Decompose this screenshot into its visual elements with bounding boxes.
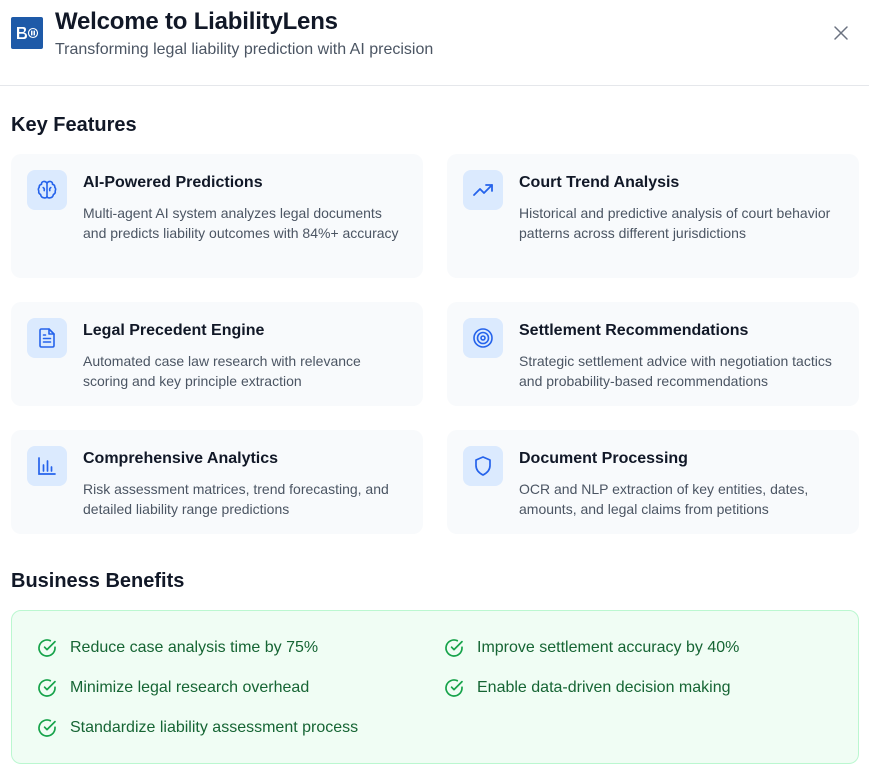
bar-chart-icon (27, 446, 67, 486)
feature-title: Settlement Recommendations (519, 322, 749, 339)
check-circle-icon (443, 637, 465, 659)
check-circle-icon (36, 637, 58, 659)
check-circle-icon (443, 677, 465, 699)
feature-card-analytics: Comprehensive Analytics Risk assessment … (11, 430, 423, 534)
target-icon (463, 318, 503, 358)
feature-description: Risk assessment matrices, trend forecast… (83, 481, 389, 517)
benefit-text: Reduce case analysis time by 75% (70, 639, 319, 656)
key-features-heading: Key Features (11, 114, 137, 136)
modal-header: Welcome to LiabilityLens Transforming le… (0, 0, 869, 86)
benefit-item: Improve settlement accuracy by 40% (443, 636, 739, 660)
document-icon (27, 318, 67, 358)
feature-description: Automated case law research with relevan… (83, 353, 361, 389)
benefit-text: Enable data-driven decision making (477, 679, 731, 696)
benefit-item: Reduce case analysis time by 75% (36, 636, 318, 660)
brain-icon (27, 170, 67, 210)
benefit-text: Minimize legal research overhead (70, 679, 310, 696)
feature-description: Historical and predictive analysis of co… (519, 205, 831, 241)
feature-title: Legal Precedent Engine (83, 322, 265, 339)
feature-title: AI-Powered Predictions (83, 174, 263, 191)
feature-card-court-trend: Court Trend Analysis Historical and pred… (447, 154, 859, 278)
feature-title: Court Trend Analysis (519, 174, 680, 191)
feature-card-ai-predictions: AI-Powered Predictions Multi-agent AI sy… (11, 154, 423, 278)
feature-card-precedent-engine: Legal Precedent Engine Automated case la… (11, 302, 423, 406)
business-benefits-heading: Business Benefits (11, 570, 185, 592)
check-circle-icon (36, 717, 58, 739)
feature-description: OCR and NLP extraction of key entities, … (519, 481, 809, 517)
feature-title: Document Processing (519, 450, 688, 467)
benefits-panel: Reduce case analysis time by 75% Improve… (11, 610, 859, 764)
benefit-item: Minimize legal research overhead (36, 676, 309, 700)
check-circle-icon (36, 677, 58, 699)
feature-card-document-processing: Document Processing OCR and NLP extracti… (447, 430, 859, 534)
trending-up-icon (463, 170, 503, 210)
close-button[interactable] (829, 21, 853, 45)
feature-card-settlement: Settlement Recommendations Strategic set… (447, 302, 859, 406)
app-logo-icon (11, 17, 43, 49)
page-subtitle: Transforming legal liability prediction … (55, 41, 434, 58)
feature-title: Comprehensive Analytics (83, 450, 279, 467)
benefit-text: Improve settlement accuracy by 40% (477, 639, 740, 656)
close-icon (834, 26, 848, 40)
feature-description: Multi-agent AI system analyzes legal doc… (83, 205, 399, 241)
shield-icon (463, 446, 503, 486)
benefit-item: Enable data-driven decision making (443, 676, 730, 700)
page-title: Welcome to LiabilityLens (55, 8, 338, 35)
benefit-text: Standardize liability assessment process (70, 719, 359, 736)
benefit-item: Standardize liability assessment process (36, 716, 358, 740)
feature-description: Strategic settlement advice with negotia… (519, 353, 832, 389)
